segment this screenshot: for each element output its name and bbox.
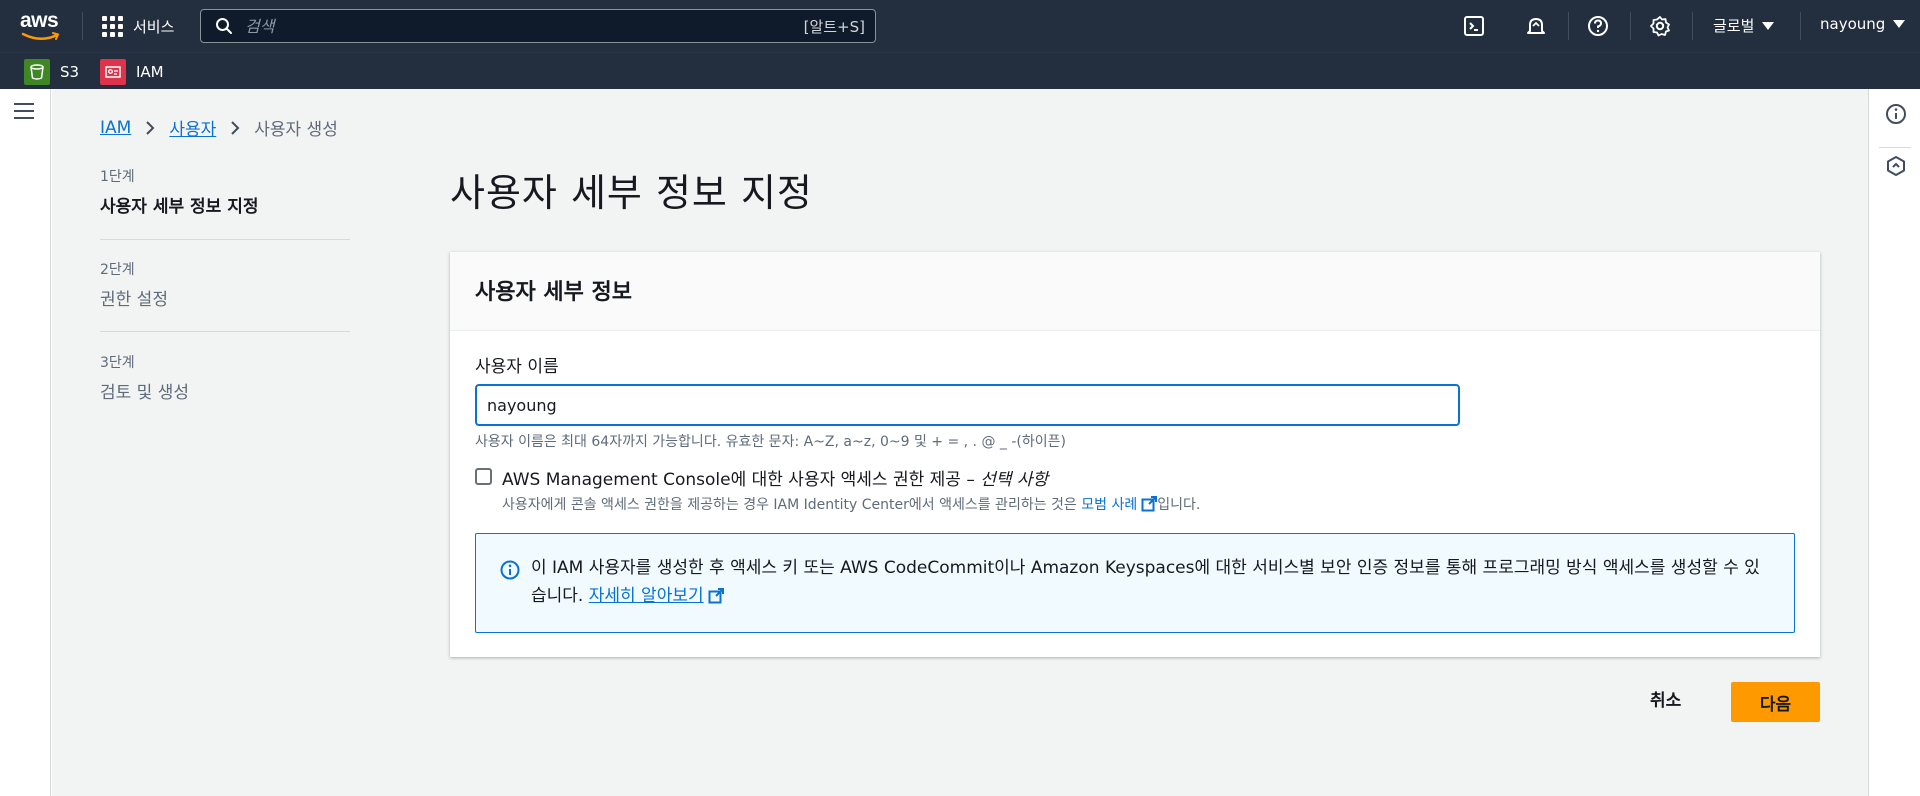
chevron-right-icon bbox=[146, 120, 155, 135]
breadcrumb-iam-link[interactable]: IAM bbox=[100, 118, 131, 138]
nav-divider bbox=[1630, 12, 1631, 40]
learn-more-link-text: 자세히 알아보기 bbox=[588, 586, 704, 606]
console-access-label-text: AWS Management Console에 대한 사용자 액세스 권한 제공… bbox=[502, 470, 975, 490]
console-access-checkbox[interactable] bbox=[475, 468, 492, 485]
console-access-description: 사용자에게 콘솔 액세스 권한을 제공하는 경우 IAM Identity Ce… bbox=[502, 494, 1200, 514]
region-selector[interactable]: 글로벌 bbox=[1713, 15, 1775, 36]
username-constraint-text: 사용자 이름은 최대 64자까지 가능합니다. 유효한 문자: A~Z, a~z… bbox=[475, 434, 1066, 450]
nav-divider bbox=[1800, 12, 1801, 40]
notifications-icon[interactable] bbox=[1524, 14, 1548, 38]
best-practice-link-text: 모범 사례 bbox=[1081, 497, 1138, 513]
best-practice-link[interactable]: 모범 사례 bbox=[1081, 496, 1158, 513]
search-icon bbox=[216, 18, 232, 34]
console-desc-suffix: 입니다. bbox=[1157, 497, 1201, 513]
step-number: 2단계 bbox=[100, 262, 135, 278]
info-alert-text: 이 IAM 사용자를 생성한 후 액세스 키 또는 AWS CodeCommit… bbox=[531, 554, 1774, 610]
info-panel-icon[interactable] bbox=[1885, 103, 1907, 125]
caret-down-icon bbox=[1893, 20, 1906, 28]
favorite-iam[interactable]: IAM bbox=[100, 59, 164, 85]
wizard-step-2[interactable]: 2단계 권한 설정 bbox=[100, 259, 168, 310]
step-name: 사용자 세부 정보 지정 bbox=[100, 197, 259, 217]
container-header: 사용자 세부 정보 bbox=[450, 252, 1820, 331]
services-label: 서비스 bbox=[133, 17, 175, 36]
step-number: 1단계 bbox=[100, 169, 135, 185]
iam-icon bbox=[100, 59, 126, 85]
step-divider bbox=[100, 239, 350, 240]
cancel-button[interactable]: 취소 bbox=[1650, 686, 1681, 711]
aws-logo[interactable]: aws bbox=[20, 10, 64, 40]
breadcrumb-current: 사용자 생성 bbox=[254, 120, 338, 140]
nav-divider bbox=[1692, 12, 1693, 40]
top-navigation: aws 서비스 [알트+S] bbox=[0, 0, 1920, 52]
step-name: 권한 설정 bbox=[100, 290, 168, 310]
external-link-icon bbox=[1141, 496, 1158, 512]
external-link-icon bbox=[708, 588, 724, 604]
menu-icon[interactable] bbox=[14, 103, 34, 119]
cloudshell-icon[interactable] bbox=[1462, 14, 1486, 38]
search-input[interactable] bbox=[245, 16, 804, 36]
favorites-bar: S3 IAM bbox=[0, 52, 1920, 89]
breadcrumb: IAM 사용자 사용자 생성 bbox=[100, 115, 338, 141]
step-divider bbox=[100, 331, 350, 332]
info-icon bbox=[500, 560, 520, 580]
services-menu-button[interactable]: 서비스 bbox=[102, 12, 174, 40]
grid-icon bbox=[102, 15, 123, 37]
info-alert: 이 IAM 사용자를 생성한 후 액세스 키 또는 AWS CodeCommit… bbox=[475, 533, 1795, 633]
rail-divider bbox=[1879, 147, 1911, 148]
console-desc-prefix: 사용자에게 콘솔 액세스 권한을 제공하는 경우 IAM Identity Ce… bbox=[502, 497, 1082, 513]
learn-more-link[interactable]: 자세히 알아보기 bbox=[589, 586, 704, 606]
help-icon[interactable] bbox=[1586, 14, 1610, 38]
cloudshell-tool-icon[interactable] bbox=[1885, 155, 1907, 177]
aws-smile-icon bbox=[21, 32, 60, 40]
page-title: 사용자 세부 정보 지정 bbox=[450, 171, 813, 215]
left-navigation-rail bbox=[0, 89, 51, 796]
username-input[interactable] bbox=[475, 384, 1460, 426]
region-label: 글로벌 bbox=[1713, 17, 1755, 35]
user-details-container: 사용자 세부 정보 사용자 이름 사용자 이름은 최대 64자까지 가능합니다.… bbox=[450, 252, 1820, 657]
nav-divider bbox=[82, 12, 83, 40]
search-bar: [알트+S] bbox=[200, 9, 876, 43]
console-access-label[interactable]: AWS Management Console에 대한 사용자 액세스 권한 제공… bbox=[502, 465, 1200, 490]
favorite-s3[interactable]: S3 bbox=[24, 59, 79, 85]
optional-tag: 선택 사항 bbox=[980, 470, 1049, 490]
step-number: 3단계 bbox=[100, 355, 135, 371]
next-button[interactable]: 다음 bbox=[1731, 682, 1820, 722]
nav-divider bbox=[1568, 12, 1569, 40]
step-name: 검토 및 생성 bbox=[100, 383, 190, 403]
aws-logo-text: aws bbox=[20, 9, 59, 32]
chevron-right-icon bbox=[231, 120, 240, 135]
container-title: 사용자 세부 정보 bbox=[475, 280, 632, 305]
search-shortcut-hint: [알트+S] bbox=[803, 17, 865, 36]
favorite-iam-label: IAM bbox=[136, 63, 164, 81]
account-menu[interactable]: nayoung bbox=[1820, 15, 1906, 33]
right-tools-rail bbox=[1868, 89, 1920, 796]
breadcrumb-users-link[interactable]: 사용자 bbox=[169, 115, 216, 140]
wizard-step-3[interactable]: 3단계 검토 및 생성 bbox=[100, 352, 189, 403]
account-username: nayoung bbox=[1820, 15, 1886, 33]
console-access-option: AWS Management Console에 대한 사용자 액세스 권한 제공… bbox=[475, 465, 1200, 514]
favorite-s3-label: S3 bbox=[60, 63, 80, 81]
caret-down-icon bbox=[1762, 21, 1775, 30]
settings-icon[interactable] bbox=[1648, 14, 1672, 38]
s3-icon bbox=[24, 59, 50, 85]
wizard-step-1: 1단계 사용자 세부 정보 지정 bbox=[100, 166, 259, 217]
username-label: 사용자 이름 bbox=[475, 357, 559, 377]
